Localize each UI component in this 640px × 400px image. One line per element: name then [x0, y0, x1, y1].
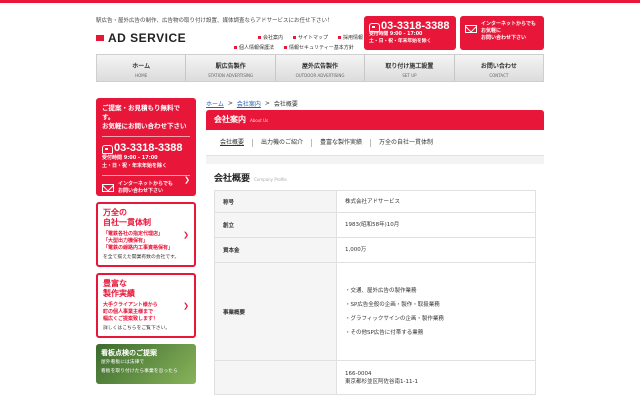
table-row: 事業概要 ・交通、屋外広告の製作業務 ・SP広告全般の企画・製作・取扱業務 ・グ… [214, 262, 536, 361]
logo-mark-icon [96, 35, 104, 41]
table-row: 称号 株式会社アドサービス [214, 190, 536, 213]
breadcrumb-home[interactable]: ホーム [206, 99, 224, 108]
utility-links-row1: 会社案内 サイトマップ 採用情報 [258, 34, 363, 41]
square-bullet-icon [258, 36, 261, 39]
table-row: 166-0004 東京都杉並区阿佐谷南1-11-1 [214, 360, 536, 395]
chevron-right-icon: ❯ [183, 301, 189, 310]
utility-links-row2: 個人情報保護法 情報セキュリティー基本方針 [234, 44, 354, 51]
util-link-security-policy[interactable]: 情報セキュリティー基本方針 [284, 44, 354, 51]
site-tagline: 駅広告・屋外広告の制作、広告物の取り付け設置、媒体調査ならアドサービスにお任せ下… [96, 18, 333, 24]
main-content: 会社案内 About Us 会社概要 出力機のご紹介 豊富な製作実績 万全の自社… [206, 110, 544, 400]
breadcrumb-sep: > [264, 100, 270, 107]
nav-outdoor-advertising[interactable]: 屋外広告製作 OUTDOOR ADVERTISING [276, 55, 366, 81]
page-heading: 会社案内 About Us [206, 110, 544, 130]
list-item: ・SP広告全般の企画・製作・取扱業務 [345, 301, 440, 308]
breadcrumb-sep: > [227, 100, 233, 107]
top-accent-bar [0, 0, 640, 3]
phone-icon [102, 144, 113, 154]
nav-station-advertising[interactable]: 駅広告製作 STATION ADVERTISING [186, 55, 276, 81]
breadcrumb-company[interactable]: 会社案内 [237, 99, 261, 108]
table-row: 資本金 1,000万 [214, 237, 536, 263]
nav-home[interactable]: ホーム HOME [97, 55, 187, 81]
sidebar-card-production-record[interactable]: 豊富な 製作実績 大手クライアント様から 町の個人事業主様まで 幅広くご提案致し… [96, 273, 196, 338]
tab-output-machines[interactable]: 出力機のご紹介 [252, 138, 311, 147]
tab-company-profile[interactable]: 会社概要 [218, 139, 252, 147]
square-bullet-icon [234, 46, 237, 49]
util-link-company[interactable]: 会社案内 [258, 34, 283, 41]
global-nav: ホーム HOME 駅広告製作 STATION ADVERTISING 屋外広告製作 O… [96, 54, 544, 82]
sidebar: ご提案・お見積もり無料です。 お気軽にお問い合わせ下さい 03-3318-338… [96, 98, 196, 384]
phone-icon [369, 22, 380, 32]
nav-set-up[interactable]: 取り付け施工設置 SET UP [365, 55, 455, 81]
header-phone-closed: 土・日・祝・年末年始を除く [369, 38, 432, 44]
header-net-contact-button[interactable]: インターネットからでも お気軽に お問い合わせ下さい [460, 16, 544, 50]
address-zip: 166-0004 [345, 370, 372, 377]
util-link-recruit[interactable]: 採用情報 [338, 34, 363, 41]
mail-icon [465, 25, 477, 33]
sidebar-phone-number: 03-3318-3388 [114, 142, 183, 154]
sub-tabs: 会社概要 出力機のご紹介 豊富な製作実績 万全の自社一貫体制 [206, 130, 544, 156]
header-phone-number: 03-3318-3388 [381, 20, 450, 32]
section-title: 会社概要 [214, 174, 251, 184]
square-bullet-icon [284, 46, 288, 49]
chevron-right-icon: ❯ [183, 230, 189, 239]
site-logo[interactable]: AD SERVICE [96, 31, 186, 45]
util-link-sitemap[interactable]: サイトマップ [293, 34, 328, 41]
tab-production-record[interactable]: 豊富な製作実績 [311, 138, 370, 147]
divider [102, 175, 190, 176]
logo-text: AD SERVICE [108, 31, 187, 45]
square-bullet-icon [293, 36, 297, 39]
page-title-en: About Us [250, 118, 269, 123]
breadcrumb-current: 会社概要 [273, 101, 298, 108]
section-title-en: Company Profile [254, 177, 287, 182]
divider [102, 136, 190, 137]
sidebar-card-sign-inspection[interactable]: 看板点検のご提案 屋外看板には法律で 看板を取り付けたら事業を怠ったら [96, 344, 196, 384]
sidebar-card-integrated-system[interactable]: 万全の 自社一貫体制 「電鉄各社の指定代理店」 「大型出力機保有」 「電鉄の線路… [96, 202, 196, 267]
address-line: 東京都杉並区阿佐谷南1-11-1 [345, 378, 418, 385]
nav-contact[interactable]: お問い合わせ CONTACT [455, 55, 543, 81]
list-item: ・その他SP広告に付帯する業務 [345, 329, 424, 336]
table-row: 創立 1983(昭和58年)10月 [214, 212, 536, 238]
util-link-privacy[interactable]: 個人情報保護法 [234, 44, 274, 51]
square-bullet-icon [338, 36, 342, 39]
page-title: 会社案内 [214, 115, 246, 124]
chevron-right-icon: ❯ [184, 176, 190, 184]
mail-icon [102, 184, 114, 192]
list-item: ・交通、屋外広告の製作業務 [345, 287, 417, 294]
tab-integrated-system[interactable]: 万全の自社一貫体制 [370, 138, 441, 147]
sidebar-contact-box[interactable]: ご提案・お見積もり無料です。 お気軽にお問い合わせ下さい 03-3318-338… [96, 98, 196, 196]
company-profile-section: 会社概要 Company Profile 称号 株式会社アドサービス 創立 19… [206, 164, 544, 400]
company-info-table: 称号 株式会社アドサービス 創立 1983(昭和58年)10月 資本金 1,00… [214, 190, 536, 395]
breadcrumb: ホーム > 会社案内 > 会社概要 [206, 99, 298, 108]
list-item: ・グラフィックサインの企画・製作業務 [345, 315, 444, 322]
header-phone-box[interactable]: 03-3318-3388 受付時間 9:00 - 17:00 土・日・祝・年末年… [364, 16, 456, 50]
